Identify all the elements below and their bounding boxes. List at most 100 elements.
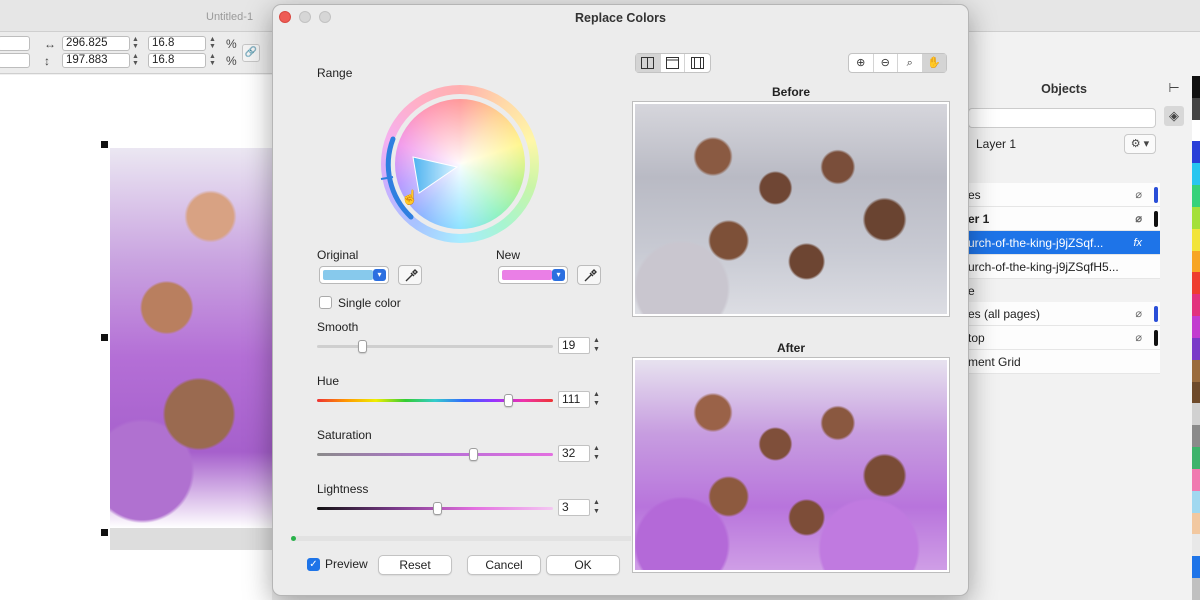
hue-slider-thumb[interactable]	[504, 394, 514, 407]
object-row-label: urch-of-the-king-j9jZSqfH5...	[968, 260, 1119, 274]
pos-x-field[interactable]	[0, 36, 30, 51]
pan-button[interactable]: ✋	[922, 54, 946, 72]
before-preview[interactable]	[632, 101, 950, 317]
hand-icon: ✋	[927, 57, 942, 69]
print-disabled-icon[interactable]: ⌀	[1135, 302, 1142, 326]
palette-swatch[interactable]	[1192, 403, 1200, 426]
hue-slider-track[interactable]	[317, 399, 553, 402]
color-palette[interactable]	[1192, 76, 1200, 600]
object-row[interactable]: top ⌀	[968, 326, 1160, 350]
scale-y-field[interactable]: 16.8	[148, 53, 206, 68]
ok-button[interactable]: OK	[546, 555, 620, 575]
palette-swatch[interactable]	[1192, 578, 1200, 600]
range-color-wheel[interactable]: ☝	[380, 85, 539, 243]
close-window-button[interactable]	[279, 11, 291, 23]
pos-y-field[interactable]	[0, 53, 30, 68]
before-label: Before	[771, 85, 810, 99]
scale-x-stepper[interactable]: ▲ ▼	[208, 36, 217, 51]
saturation-slider-track[interactable]	[317, 453, 553, 456]
palette-swatch[interactable]	[1192, 228, 1200, 251]
split-vertical-button[interactable]	[636, 54, 661, 72]
selection-handle-ml[interactable]	[101, 334, 108, 341]
palette-swatch[interactable]	[1192, 250, 1200, 273]
palette-swatch[interactable]	[1192, 316, 1200, 338]
palette-swatch[interactable]	[1192, 97, 1200, 120]
palette-swatch[interactable]	[1192, 185, 1200, 207]
object-row[interactable]: e	[968, 279, 1160, 303]
palette-swatch[interactable]	[1192, 534, 1200, 557]
palette-swatch[interactable]	[1192, 425, 1200, 448]
palette-swatch[interactable]	[1192, 337, 1200, 360]
scale-y-stepper[interactable]: ▲ ▼	[208, 53, 217, 68]
reset-button[interactable]: Reset	[378, 555, 452, 575]
object-row[interactable]: es ⌀	[968, 183, 1160, 207]
single-color-checkbox[interactable]	[319, 296, 332, 309]
lightness-stepper[interactable]: ▲ ▼	[591, 498, 602, 518]
smooth-stepper[interactable]: ▲ ▼	[591, 336, 602, 356]
original-color-picker[interactable]: ▾	[319, 266, 389, 284]
split-horizontal-button[interactable]	[685, 54, 710, 72]
object-row[interactable]: ment Grid	[968, 350, 1160, 374]
object-row-label: top	[968, 331, 985, 345]
selection-handle-bl[interactable]	[101, 529, 108, 536]
smooth-label: Smooth	[317, 320, 359, 334]
smooth-value-field[interactable]: 19	[558, 337, 590, 354]
lock-ratio-button[interactable]: 🔗	[242, 44, 260, 62]
effects-icon[interactable]: fx	[1133, 231, 1142, 255]
palette-swatch[interactable]	[1192, 512, 1200, 535]
saturation-stepper[interactable]: ▲ ▼	[591, 444, 602, 464]
palette-swatch[interactable]	[1192, 468, 1200, 491]
zoom-out-button[interactable]: ⊖	[874, 54, 898, 72]
objects-search-input[interactable]	[968, 108, 1156, 128]
height-stepper[interactable]: ▲ ▼	[131, 53, 140, 68]
layers-icon[interactable]: ◈	[1164, 106, 1184, 126]
hue-stepper[interactable]: ▲ ▼	[591, 390, 602, 410]
palette-swatch[interactable]	[1192, 294, 1200, 317]
palette-swatch[interactable]	[1192, 206, 1200, 229]
new-eyedropper-button[interactable]	[577, 265, 601, 285]
palette-swatch[interactable]	[1192, 490, 1200, 513]
guidelines-icon[interactable]: ⊢	[1164, 78, 1184, 98]
preview-checkbox[interactable]: ✓	[307, 558, 320, 571]
cancel-button[interactable]: Cancel	[467, 555, 541, 575]
object-row[interactable]: urch-of-the-king-j9jZSqfH5...	[968, 255, 1160, 279]
saturation-slider-thumb[interactable]	[468, 448, 478, 461]
zoom-fit-button[interactable]: ⌕	[898, 54, 923, 72]
chevron-down-icon: ▾	[552, 269, 565, 281]
original-eyedropper-button[interactable]	[398, 265, 422, 285]
object-row[interactable]: er 1 ⌀	[968, 207, 1160, 231]
new-color-picker[interactable]: ▾	[498, 266, 568, 284]
palette-swatch[interactable]	[1192, 447, 1200, 469]
canvas-photo[interactable]	[110, 148, 272, 528]
height-field[interactable]: 197.883	[62, 53, 130, 68]
hue-value-field[interactable]: 111	[558, 391, 590, 408]
maximize-window-button[interactable]	[319, 11, 331, 23]
width-stepper[interactable]: ▲ ▼	[131, 36, 140, 51]
palette-swatch[interactable]	[1192, 381, 1200, 404]
minimize-window-button[interactable]	[299, 11, 311, 23]
zoom-in-button[interactable]: ⊕	[849, 54, 874, 72]
print-disabled-icon[interactable]: ⌀	[1135, 326, 1142, 350]
objects-options-button[interactable]: ⚙ ▾	[1124, 134, 1156, 154]
width-field[interactable]: 296.825	[62, 36, 130, 51]
palette-swatch[interactable]	[1192, 141, 1200, 164]
lightness-value-field[interactable]: 3	[558, 499, 590, 516]
lightness-slider-thumb[interactable]	[433, 502, 443, 515]
single-view-button[interactable]	[661, 54, 686, 72]
scale-x-field[interactable]: 16.8	[148, 36, 206, 51]
palette-swatch[interactable]	[1192, 76, 1200, 98]
smooth-slider-track[interactable]	[317, 345, 553, 348]
print-disabled-icon[interactable]: ⌀	[1135, 183, 1142, 207]
saturation-value-field[interactable]: 32	[558, 445, 590, 462]
print-disabled-icon[interactable]: ⌀	[1135, 207, 1142, 231]
palette-swatch[interactable]	[1192, 556, 1200, 579]
object-row[interactable]: es (all pages) ⌀	[968, 302, 1160, 326]
after-preview[interactable]	[632, 357, 950, 573]
palette-swatch[interactable]	[1192, 119, 1200, 142]
palette-swatch[interactable]	[1192, 163, 1200, 186]
selection-handle-tl[interactable]	[101, 141, 108, 148]
palette-swatch[interactable]	[1192, 359, 1200, 382]
smooth-slider-thumb[interactable]	[357, 340, 367, 353]
palette-swatch[interactable]	[1192, 272, 1200, 295]
object-row[interactable]: urch-of-the-king-j9jZSqf... fx	[968, 231, 1160, 255]
